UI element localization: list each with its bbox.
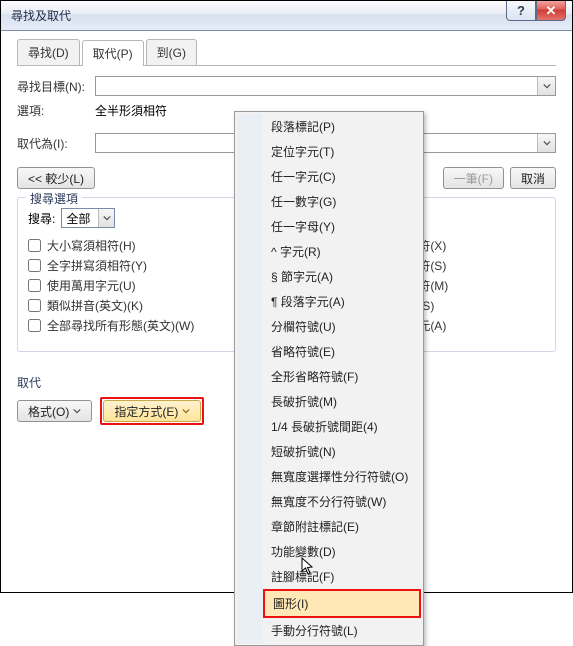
help-button[interactable]: ? bbox=[506, 1, 536, 21]
search-direction-select[interactable]: 全部 bbox=[61, 208, 115, 228]
find-input[interactable] bbox=[95, 76, 556, 96]
special-button[interactable]: 指定方式(E) bbox=[103, 400, 201, 422]
chk-wildcards[interactable]: 使用萬用字元(U) bbox=[28, 277, 194, 294]
menu-item[interactable]: ^ 字元(R) bbox=[263, 239, 421, 264]
menu-item[interactable]: 章節附註標記(E) bbox=[263, 514, 421, 539]
menu-item[interactable]: 無寬度不分行符號(W) bbox=[263, 489, 421, 514]
menu-item[interactable]: 註腳標記(F) bbox=[263, 564, 421, 589]
menu-item[interactable]: 圖形(I) bbox=[263, 589, 421, 618]
tabs: 尋找(D) 取代(P) 到(G) bbox=[17, 39, 556, 66]
menu-item[interactable]: 任一數字(G) bbox=[263, 189, 421, 214]
tab-replace[interactable]: 取代(P) bbox=[82, 40, 144, 66]
menu-item[interactable]: 1/4 長破折號間距(4) bbox=[263, 414, 421, 439]
menu-item[interactable]: 無寬度選擇性分行符號(O) bbox=[263, 464, 421, 489]
chevron-down-icon[interactable] bbox=[537, 134, 555, 152]
options-label: 選項: bbox=[17, 102, 95, 119]
tab-goto[interactable]: 到(G) bbox=[146, 39, 197, 65]
special-button-highlight: 指定方式(E) bbox=[100, 397, 204, 425]
find-label: 尋找目標(N): bbox=[17, 78, 95, 95]
options-value: 全半形須相符 bbox=[95, 102, 167, 119]
chk-matchcase[interactable]: 大小寫須相符(H) bbox=[28, 237, 194, 254]
chevron-down-icon bbox=[182, 407, 190, 415]
window-buttons: ? ✕ bbox=[506, 1, 566, 21]
chevron-down-icon bbox=[98, 209, 114, 227]
search-direction-value: 全部 bbox=[66, 210, 90, 227]
findnext-button[interactable]: 一筆(F) bbox=[443, 167, 504, 189]
menu-item[interactable]: 段落標記(P) bbox=[263, 114, 421, 139]
chevron-down-icon bbox=[73, 407, 81, 415]
window-title: 尋找及取代 bbox=[11, 7, 71, 24]
find-row: 尋找目標(N): bbox=[17, 76, 556, 96]
menu-item[interactable]: 定位字元(T) bbox=[263, 139, 421, 164]
menu-item[interactable]: 功能變數(D) bbox=[263, 539, 421, 564]
menu-item[interactable]: 手動分行符號(L) bbox=[263, 618, 421, 643]
menu-item[interactable]: 省略符號(E) bbox=[263, 339, 421, 364]
menu-item[interactable]: 分欄符號(U) bbox=[263, 314, 421, 339]
menu-item[interactable]: 全形省略符號(F) bbox=[263, 364, 421, 389]
replace-label: 取代為(I): bbox=[17, 135, 95, 152]
close-button[interactable]: ✕ bbox=[536, 1, 566, 21]
cancel-button[interactable]: 取消 bbox=[510, 167, 556, 189]
search-direction-label: 搜尋: bbox=[28, 210, 55, 227]
menu-item[interactable]: 短破折號(N) bbox=[263, 439, 421, 464]
chk-soundslike[interactable]: 類似拼音(英文)(K) bbox=[28, 297, 194, 314]
special-menu: 段落標記(P)定位字元(T)任一字元(C)任一數字(G)任一字母(Y)^ 字元(… bbox=[234, 111, 424, 646]
tab-find[interactable]: 尋找(D) bbox=[17, 39, 80, 65]
menu-item[interactable]: § 節字元(A) bbox=[263, 264, 421, 289]
menu-item[interactable]: 任一字母(Y) bbox=[263, 214, 421, 239]
menu-item[interactable]: ¶ 段落字元(A) bbox=[263, 289, 421, 314]
fieldset-legend: 搜尋選項 bbox=[26, 190, 82, 207]
chk-wholeword[interactable]: 全字拼寫須相符(Y) bbox=[28, 257, 194, 274]
less-button[interactable]: << 較少(L) bbox=[17, 167, 95, 189]
chevron-down-icon[interactable] bbox=[537, 77, 555, 95]
menu-item[interactable]: 任一字元(C) bbox=[263, 164, 421, 189]
chk-allforms[interactable]: 全部尋找所有形態(英文)(W) bbox=[28, 317, 194, 334]
menu-item[interactable]: 長破折號(M) bbox=[263, 389, 421, 414]
format-button[interactable]: 格式(O) bbox=[17, 400, 92, 422]
titlebar: 尋找及取代 ? ✕ bbox=[1, 1, 572, 31]
